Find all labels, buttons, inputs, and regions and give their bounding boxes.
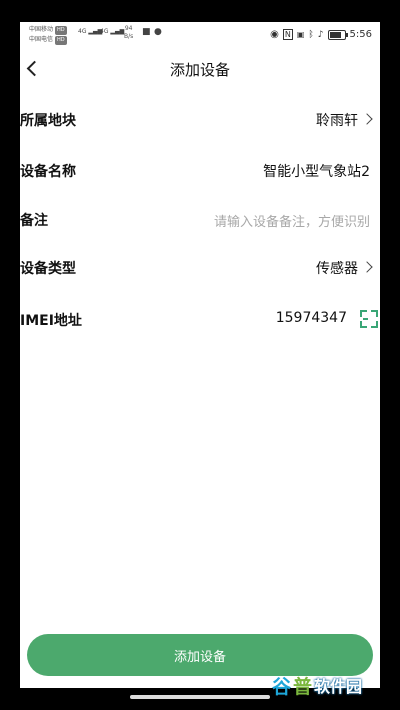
- eye-icon: ◉: [270, 29, 279, 40]
- vibrate-icon: ▣: [296, 30, 305, 39]
- mute-icon: ♪: [317, 29, 324, 40]
- video-icon: ■: [142, 27, 151, 37]
- watermark-logo: 谷 普 软件园: [272, 673, 363, 698]
- form-row-imei[interactable]: IMEI地址 15974347: [20, 304, 380, 334]
- page-title: 添加设备: [169, 61, 230, 79]
- plot-value: 聆雨轩: [316, 113, 358, 129]
- signal-icon: 4G ▂▄▆: [100, 28, 125, 35]
- chat-icon: ●: [154, 27, 162, 37]
- network-speed: 94 B/s: [124, 25, 133, 41]
- remark-input[interactable]: 请输入设备备注，方便识别: [214, 211, 370, 230]
- status-bar: 中国移动 HD 中国电信 HD 4G ▂▄▆ 4G ▂▄▆ 94 B/s ■ ● ◉…: [20, 22, 380, 48]
- carrier-2: 中国电信: [29, 36, 54, 43]
- clock: 5:56: [349, 29, 372, 40]
- chevron-right-icon: [361, 261, 373, 273]
- device-type-label: 设备类型: [20, 261, 76, 277]
- watermark-part-1: 谷: [272, 675, 292, 698]
- form-row-device-type[interactable]: 设备类型 传感器: [20, 252, 380, 282]
- signal-label: 4G: [100, 28, 109, 35]
- battery-icon: [327, 29, 348, 40]
- imei-value[interactable]: 15974347: [276, 310, 347, 326]
- device-type-value: 传感器: [316, 261, 358, 277]
- watermark-part-3: 软件园: [314, 677, 363, 696]
- signal-icon: 4G ▂▄▆: [78, 28, 103, 35]
- nfc-icon: N: [282, 29, 293, 40]
- carrier-1: 中国移动: [29, 26, 54, 33]
- hd-badge: HD: [55, 36, 67, 45]
- home-indicator[interactable]: [130, 695, 270, 699]
- carrier-info: 中国移动 HD 中国电信 HD: [29, 25, 67, 45]
- network-speed-unit: B/s: [124, 33, 134, 40]
- remark-label: 备注: [20, 213, 48, 229]
- chevron-right-icon: [361, 113, 373, 125]
- app-screen: 中国移动 HD 中国电信 HD 4G ▂▄▆ 4G ▂▄▆ 94 B/s ■ ● ◉…: [20, 22, 380, 688]
- device-name-label: 设备名称: [20, 164, 76, 180]
- form-row-device-name[interactable]: 设备名称 智能小型气象站2: [20, 155, 380, 185]
- imei-label: IMEI地址: [20, 313, 82, 329]
- scan-icon[interactable]: [360, 310, 378, 328]
- battery-fill: [329, 31, 341, 38]
- status-right: ◉ N ▣ ᛒ ♪ 5:56: [270, 29, 372, 40]
- bluetooth-icon: ᛒ: [308, 29, 314, 40]
- hd-badge: HD: [55, 26, 67, 35]
- network-speed-value: 94: [124, 25, 133, 32]
- plot-label: 所属地块: [20, 113, 76, 129]
- form-row-remark[interactable]: 备注 请输入设备备注，方便识别: [20, 204, 380, 234]
- signal-label: 4G: [78, 28, 87, 35]
- device-name-value[interactable]: 智能小型气象站2: [263, 161, 370, 181]
- header: 添加设备: [20, 54, 380, 84]
- watermark-part-2: 普: [293, 675, 313, 698]
- form-row-plot[interactable]: 所属地块 聆雨轩: [20, 104, 380, 134]
- add-device-button[interactable]: 添加设备: [27, 634, 373, 676]
